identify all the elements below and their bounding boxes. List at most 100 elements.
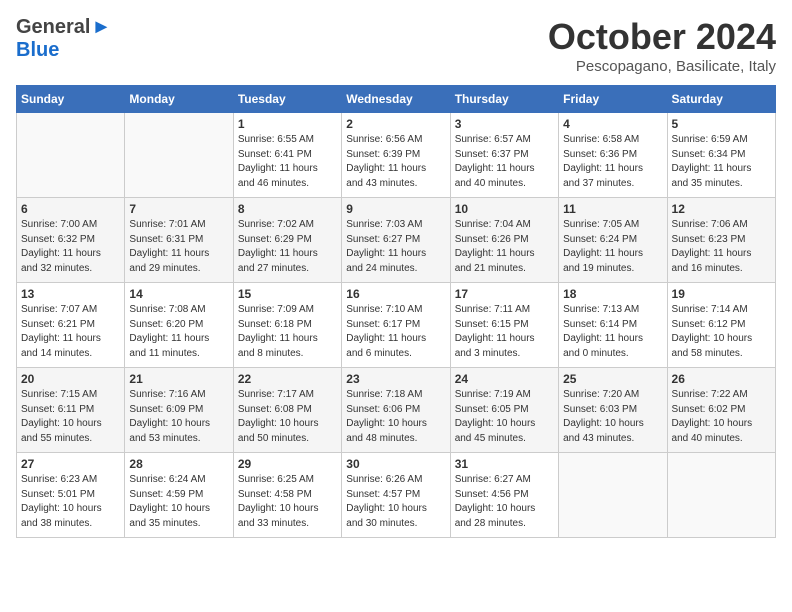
day-info: Sunrise: 7:03 AM Sunset: 6:27 PM Dayligh… (346, 218, 445, 276)
calendar-week-row: 6 Sunrise: 7:00 AM Sunset: 6:32 PM Daylig… (17, 198, 776, 283)
calendar-table: SundayMondayTuesdayWednesdayThursdayFrid… (16, 85, 776, 538)
calendar-week-row: 20 Sunrise: 7:15 AM Sunset: 6:11 PM Dayli… (17, 368, 776, 453)
calendar-cell: 5Sunrise: 6:59 AM Sunset: 6:34 PM Daylig… (667, 113, 775, 198)
day-number: 2 (346, 117, 445, 131)
day-number: 26 (672, 372, 771, 386)
day-number: 6 (21, 202, 120, 216)
day-number: 12 (672, 202, 771, 216)
calendar-cell: 3Sunrise: 6:57 AM Sunset: 6:37 PM Daylig… (450, 113, 558, 198)
day-info: Sunrise: 7:15 AM Sunset: 6:11 PM Dayligh… (21, 388, 120, 446)
weekday-header: Friday (559, 86, 667, 113)
day-info: Sunrise: 7:09 AM Sunset: 6:18 PM Dayligh… (238, 303, 337, 361)
day-info: Sunrise: 7:13 AM Sunset: 6:14 PM Dayligh… (563, 303, 662, 361)
day-number: 18 (563, 287, 662, 301)
calendar-cell: 20 Sunrise: 7:15 AM Sunset: 6:11 PM Dayli… (17, 368, 125, 453)
day-number: 7 (129, 202, 228, 216)
day-info: Sunrise: 7:08 AM Sunset: 6:20 PM Dayligh… (129, 303, 228, 361)
day-info: Sunrise: 6:26 AM Sunset: 4:57 PM Dayligh… (346, 473, 445, 531)
day-info: Sunrise: 6:25 AM Sunset: 4:58 PM Dayligh… (238, 473, 337, 531)
day-number: 9 (346, 202, 445, 216)
day-number: 21 (129, 372, 228, 386)
day-info: Sunrise: 7:10 AM Sunset: 6:17 PM Dayligh… (346, 303, 445, 361)
day-number: 22 (238, 372, 337, 386)
calendar-cell: 24 Sunrise: 7:19 AM Sunset: 6:05 PM Dayli… (450, 368, 558, 453)
day-number: 5 (672, 117, 771, 131)
day-info: Sunrise: 6:58 AM Sunset: 6:36 PM Dayligh… (563, 133, 662, 191)
calendar-cell: 26 Sunrise: 7:22 AM Sunset: 6:02 PM Dayli… (667, 368, 775, 453)
calendar-cell: 16 Sunrise: 7:10 AM Sunset: 6:17 PM Dayli… (342, 283, 450, 368)
day-info: Sunrise: 7:00 AM Sunset: 6:32 PM Dayligh… (21, 218, 120, 276)
day-info: Sunrise: 6:55 AM Sunset: 6:41 PM Dayligh… (238, 133, 337, 191)
day-number: 15 (238, 287, 337, 301)
calendar-cell (125, 113, 233, 198)
calendar-cell: 2 Sunrise: 6:56 AM Sunset: 6:39 PM Daylig… (342, 113, 450, 198)
weekday-header: Sunday (17, 86, 125, 113)
day-number: 4 (563, 117, 662, 131)
page-header: General ► Blue October 2024 Pescopagano,… (16, 16, 776, 75)
day-number: 19 (672, 287, 771, 301)
logo-bird-icon: ► (91, 16, 111, 39)
weekday-header: Saturday (667, 86, 775, 113)
day-info: Sunrise: 6:56 AM Sunset: 6:39 PM Dayligh… (346, 133, 445, 191)
day-info: Sunrise: 7:07 AM Sunset: 6:21 PM Dayligh… (21, 303, 120, 361)
day-number: 31 (455, 457, 554, 471)
day-number: 24 (455, 372, 554, 386)
day-number: 23 (346, 372, 445, 386)
weekday-header: Thursday (450, 86, 558, 113)
day-number: 20 (21, 372, 120, 386)
day-number: 30 (346, 457, 445, 471)
day-info: Sunrise: 7:20 AM Sunset: 6:03 PM Dayligh… (563, 388, 662, 446)
day-number: 14 (129, 287, 228, 301)
calendar-cell: 14 Sunrise: 7:08 AM Sunset: 6:20 PM Dayli… (125, 283, 233, 368)
day-info: Sunrise: 7:14 AM Sunset: 6:12 PM Dayligh… (672, 303, 771, 361)
calendar-cell: 23 Sunrise: 7:18 AM Sunset: 6:06 PM Dayli… (342, 368, 450, 453)
day-number: 29 (238, 457, 337, 471)
day-info: Sunrise: 7:05 AM Sunset: 6:24 PM Dayligh… (563, 218, 662, 276)
day-info: Sunrise: 7:18 AM Sunset: 6:06 PM Dayligh… (346, 388, 445, 446)
calendar-week-row: 1 Sunrise: 6:55 AM Sunset: 6:41 PM Daylig… (17, 113, 776, 198)
day-info: Sunrise: 6:27 AM Sunset: 4:56 PM Dayligh… (455, 473, 554, 531)
calendar-cell: 18 Sunrise: 7:13 AM Sunset: 6:14 PM Dayli… (559, 283, 667, 368)
title-block: October 2024 Pescopagano, Basilicate, It… (548, 16, 776, 75)
day-info: Sunrise: 7:16 AM Sunset: 6:09 PM Dayligh… (129, 388, 228, 446)
calendar-header: SundayMondayTuesdayWednesdayThursdayFrid… (17, 86, 776, 113)
calendar-cell: 12 Sunrise: 7:06 AM Sunset: 6:23 PM Dayli… (667, 198, 775, 283)
day-info: Sunrise: 7:02 AM Sunset: 6:29 PM Dayligh… (238, 218, 337, 276)
calendar-cell: 25Sunrise: 7:20 AM Sunset: 6:03 PM Dayli… (559, 368, 667, 453)
day-number: 8 (238, 202, 337, 216)
calendar-cell: 4 Sunrise: 6:58 AM Sunset: 6:36 PM Daylig… (559, 113, 667, 198)
calendar-cell: 1 Sunrise: 6:55 AM Sunset: 6:41 PM Daylig… (233, 113, 341, 198)
calendar-week-row: 27Sunrise: 6:23 AM Sunset: 5:01 PM Dayli… (17, 453, 776, 538)
weekday-header: Wednesday (342, 86, 450, 113)
day-info: Sunrise: 7:19 AM Sunset: 6:05 PM Dayligh… (455, 388, 554, 446)
calendar-cell: 9 Sunrise: 7:03 AM Sunset: 6:27 PM Daylig… (342, 198, 450, 283)
calendar-cell (559, 453, 667, 538)
calendar-cell: 17 Sunrise: 7:11 AM Sunset: 6:15 PM Dayli… (450, 283, 558, 368)
calendar-cell (17, 113, 125, 198)
logo: General ► Blue (16, 16, 111, 62)
day-number: 3 (455, 117, 554, 131)
calendar-cell: 10 Sunrise: 7:04 AM Sunset: 6:26 PM Dayli… (450, 198, 558, 283)
day-info: Sunrise: 7:04 AM Sunset: 6:26 PM Dayligh… (455, 218, 554, 276)
day-number: 1 (238, 117, 337, 131)
day-number: 28 (129, 457, 228, 471)
day-number: 10 (455, 202, 554, 216)
calendar-cell: 15 Sunrise: 7:09 AM Sunset: 6:18 PM Dayli… (233, 283, 341, 368)
calendar-cell: 27Sunrise: 6:23 AM Sunset: 5:01 PM Dayli… (17, 453, 125, 538)
day-number: 27 (21, 457, 120, 471)
day-number: 16 (346, 287, 445, 301)
day-number: 11 (563, 202, 662, 216)
day-info: Sunrise: 7:22 AM Sunset: 6:02 PM Dayligh… (672, 388, 771, 446)
calendar-cell: 7 Sunrise: 7:01 AM Sunset: 6:31 PM Daylig… (125, 198, 233, 283)
calendar-cell: 19 Sunrise: 7:14 AM Sunset: 6:12 PM Dayli… (667, 283, 775, 368)
day-number: 17 (455, 287, 554, 301)
day-info: Sunrise: 7:11 AM Sunset: 6:15 PM Dayligh… (455, 303, 554, 361)
calendar-cell: 31 Sunrise: 6:27 AM Sunset: 4:56 PM Dayli… (450, 453, 558, 538)
day-info: Sunrise: 7:17 AM Sunset: 6:08 PM Dayligh… (238, 388, 337, 446)
calendar-cell: 28Sunrise: 6:24 AM Sunset: 4:59 PM Dayli… (125, 453, 233, 538)
calendar-cell: 21 Sunrise: 7:16 AM Sunset: 6:09 PM Dayli… (125, 368, 233, 453)
day-info: Sunrise: 7:06 AM Sunset: 6:23 PM Dayligh… (672, 218, 771, 276)
day-number: 13 (21, 287, 120, 301)
day-info: Sunrise: 7:01 AM Sunset: 6:31 PM Dayligh… (129, 218, 228, 276)
calendar-cell: 11 Sunrise: 7:05 AM Sunset: 6:24 PM Dayli… (559, 198, 667, 283)
